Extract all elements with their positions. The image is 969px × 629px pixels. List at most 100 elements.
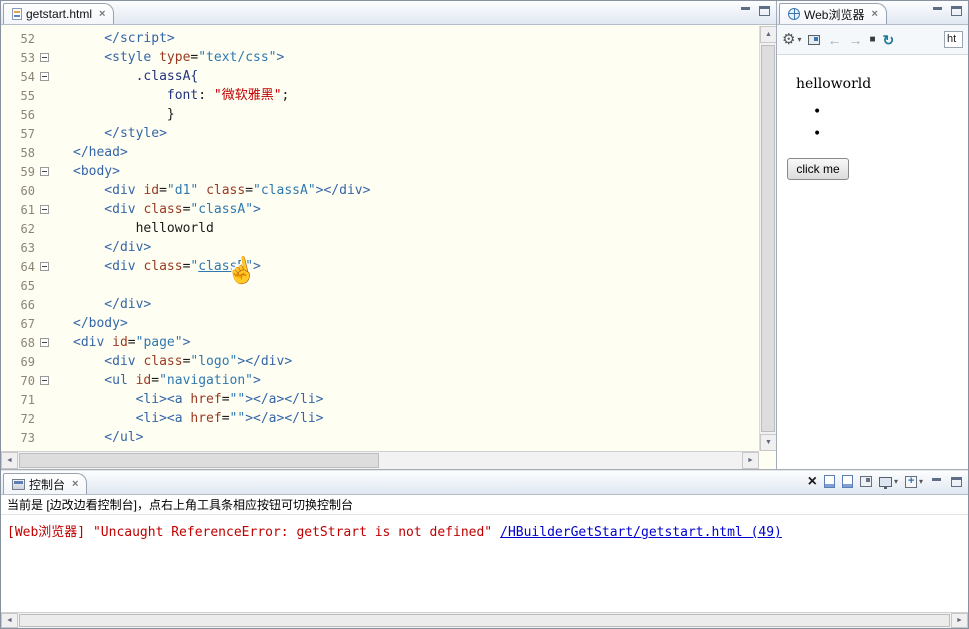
line-number: 56	[20, 107, 35, 122]
minimize-icon[interactable]	[739, 5, 752, 17]
code-line[interactable]: 57 </style>	[1, 124, 759, 143]
scroll-right-icon[interactable]	[951, 613, 968, 628]
code-line[interactable]: 62 helloworld	[1, 219, 759, 238]
list-bullet	[787, 126, 968, 148]
code-text: </body>	[73, 316, 128, 331]
code-text: </head>	[73, 145, 128, 160]
code-text: <body>	[73, 164, 120, 179]
fold-marker[interactable]	[35, 262, 53, 271]
fold-marker[interactable]	[35, 72, 53, 81]
code-line[interactable]: 65	[1, 276, 759, 295]
close-tab-icon[interactable]	[871, 9, 877, 20]
code-text: .classA{	[135, 69, 199, 84]
forward-icon[interactable]	[848, 33, 862, 47]
browser-window-buttons	[931, 5, 963, 17]
code-line[interactable]: 66 </div>	[1, 295, 759, 314]
code-line[interactable]: 60 <div id="d1" class="classA"></div>	[1, 181, 759, 200]
fold-marker[interactable]	[35, 205, 53, 214]
code-line[interactable]: 59 <body>	[1, 162, 759, 181]
editor-horizontal-scrollbar[interactable]	[1, 451, 759, 469]
fold-marker[interactable]	[35, 167, 53, 176]
maximize-icon[interactable]	[950, 476, 963, 488]
code-text: <li><a href=""></a></li>	[135, 411, 324, 426]
open-console-dropdown-icon[interactable]	[919, 477, 923, 486]
code-text: </style>	[104, 126, 167, 141]
clear-console-icon[interactable]	[808, 475, 817, 488]
show-view-icon[interactable]	[859, 476, 872, 487]
refresh-icon[interactable]	[883, 33, 895, 47]
back-icon[interactable]	[827, 33, 841, 47]
display-console-dropdown-icon[interactable]	[894, 477, 898, 486]
scroll-lock-icon[interactable]	[823, 475, 835, 488]
browser-tabbar: Web浏览器	[777, 1, 968, 25]
open-console-icon[interactable]	[904, 475, 917, 488]
scroll-left-icon[interactable]	[1, 613, 18, 628]
code-line[interactable]: 54 .classA{	[1, 67, 759, 86]
settings-gear-icon[interactable]	[782, 32, 795, 47]
line-number: 64	[20, 259, 35, 274]
tab-title: 控制台	[29, 477, 66, 492]
code-text: </div>	[104, 297, 152, 312]
console-output: [Web浏览器] "Uncaught ReferenceError: getSt…	[1, 516, 968, 612]
code-lines: 52 </script> 53 <style type="text/css"> 54 .c…	[1, 29, 759, 447]
fold-marker[interactable]	[35, 53, 53, 62]
code-text: <div class="classA">	[104, 202, 261, 217]
minimize-icon[interactable]	[930, 476, 943, 488]
fold-marker[interactable]	[35, 376, 53, 385]
tab-title: Web浏览器	[804, 7, 865, 22]
code-line[interactable]: 61 <div class="classA">	[1, 200, 759, 219]
maximize-icon[interactable]	[950, 5, 963, 17]
code-line[interactable]: 68 <div id="page">	[1, 333, 759, 352]
click-me-button[interactable]: click me	[787, 158, 849, 180]
code-line[interactable]: 55 font: "微软雅黑";	[1, 86, 759, 105]
line-number: 57	[20, 126, 35, 141]
console-horizontal-scrollbar[interactable]	[1, 612, 968, 628]
line-number: 58	[20, 145, 35, 160]
code-editor[interactable]: 52 </script> 53 <style type="text/css"> 54 .c…	[1, 26, 776, 451]
horizontal-scrollbar-thumb[interactable]	[19, 614, 950, 627]
pin-console-icon[interactable]	[841, 475, 853, 488]
vertical-scrollbar-thumb[interactable]	[761, 45, 775, 432]
code-line[interactable]: 56}	[1, 105, 759, 124]
code-line[interactable]: 69 <div class="logo"></div>	[1, 352, 759, 371]
minimize-icon[interactable]	[931, 5, 944, 17]
code-line[interactable]: 67 </body>	[1, 314, 759, 333]
code-text: </script>	[104, 31, 175, 46]
display-console-icon[interactable]	[878, 476, 892, 489]
code-line[interactable]: 52 </script>	[1, 29, 759, 48]
line-number: 73	[20, 430, 35, 445]
gear-dropdown-icon[interactable]	[797, 36, 801, 44]
scroll-down-icon[interactable]	[760, 434, 776, 451]
line-number: 53	[20, 50, 35, 65]
code-line[interactable]: 64 <div class="classB">	[1, 257, 759, 276]
code-line[interactable]: 71 <li><a href=""></a></li>	[1, 390, 759, 409]
stop-icon[interactable]	[869, 35, 875, 45]
code-line[interactable]: 63 </div>	[1, 238, 759, 257]
close-tab-icon[interactable]	[72, 479, 78, 490]
line-number: 60	[20, 183, 35, 198]
scroll-up-icon[interactable]	[760, 26, 776, 43]
tab-getstart-html[interactable]: getstart.html	[3, 3, 115, 24]
open-external-browser-icon[interactable]	[808, 34, 821, 45]
url-input[interactable]: ht	[944, 31, 963, 48]
code-text: <div id="page">	[73, 335, 191, 350]
console-icon	[12, 478, 25, 490]
code-line[interactable]: 53 <style type="text/css">	[1, 48, 759, 67]
code-line[interactable]: 72 <li><a href=""></a></li>	[1, 409, 759, 428]
console-error-link[interactable]: /HBuilderGetStart/getstart.html (49)	[500, 525, 782, 540]
scroll-left-icon[interactable]	[1, 452, 18, 469]
scroll-right-icon[interactable]	[742, 452, 759, 469]
code-line[interactable]: 58 </head>	[1, 143, 759, 162]
tab-console[interactable]: 控制台	[3, 473, 88, 494]
fold-marker[interactable]	[35, 338, 53, 347]
horizontal-scrollbar-thumb[interactable]	[19, 453, 379, 468]
maximize-icon[interactable]	[758, 5, 771, 17]
line-number: 65	[20, 278, 35, 293]
editor-vertical-scrollbar[interactable]	[759, 26, 776, 451]
code-line[interactable]: 73 </ul>	[1, 428, 759, 447]
ide-window: getstart.html 52 </script> 53 <style type="…	[0, 0, 969, 629]
code-line[interactable]: 70 <ul id="navigation">	[1, 371, 759, 390]
close-tab-icon[interactable]	[99, 9, 105, 20]
line-number: 70	[20, 373, 35, 388]
tab-web-browser[interactable]: Web浏览器	[779, 3, 887, 24]
